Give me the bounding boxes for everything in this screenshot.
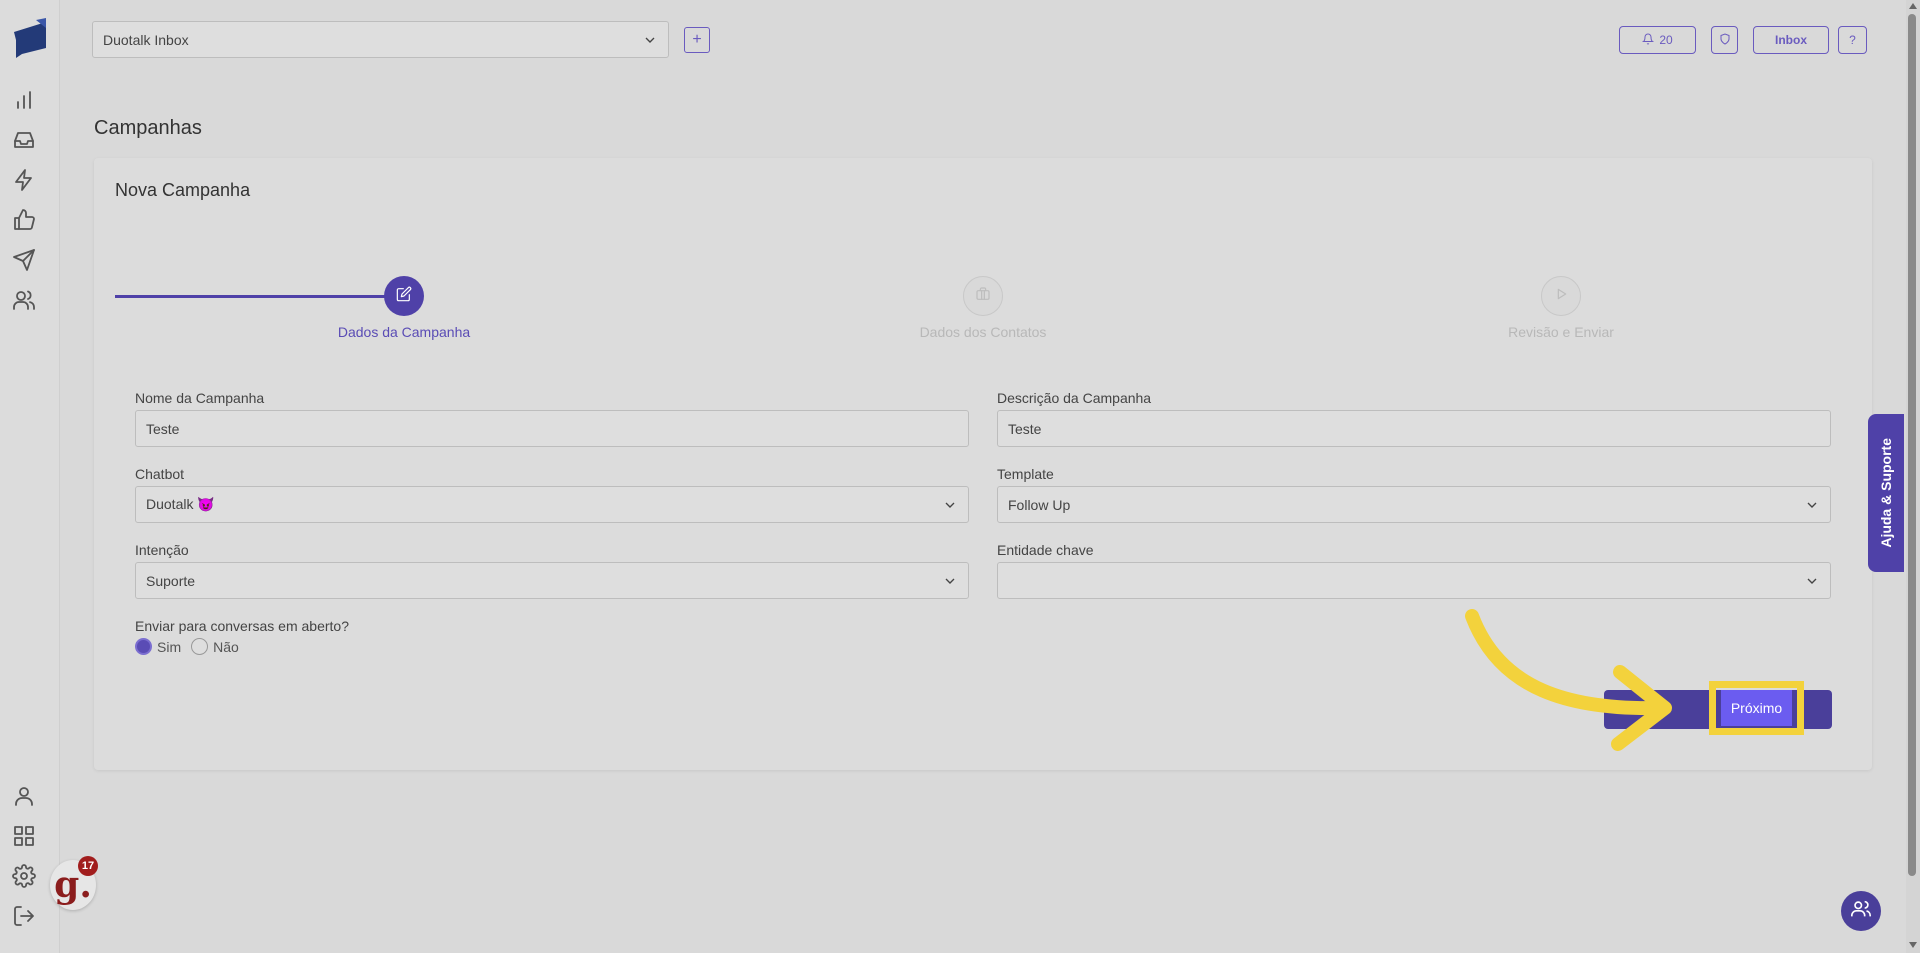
widget-badge-count: 17 (78, 856, 98, 876)
next-button[interactable]: Próximo (1709, 681, 1804, 735)
chatbot-select[interactable]: Duotalk 😈 (135, 486, 969, 523)
inbox-button[interactable]: Inbox (1753, 26, 1829, 54)
intent-value: Suporte (146, 572, 196, 589)
users-icon (1850, 898, 1872, 925)
chatbot-label: Chatbot (135, 466, 185, 482)
template-value: Follow Up (1008, 496, 1071, 513)
campaign-name-label: Nome da Campanha (135, 390, 265, 406)
scroll-up-icon[interactable] (1909, 3, 1917, 9)
open-conversations-question: Enviar para conversas em aberto? (135, 618, 349, 634)
radio-nao-label[interactable]: Não (213, 639, 239, 655)
play-icon (1553, 286, 1569, 307)
intent-select[interactable]: Suporte (135, 562, 969, 599)
campaign-name-value: Teste (146, 420, 180, 437)
step-2-label[interactable]: Dados dos Contatos (883, 324, 1083, 340)
help-button[interactable]: ? (1838, 26, 1867, 54)
chevron-down-icon (1804, 573, 1820, 592)
scroll-down-icon[interactable] (1909, 942, 1917, 948)
radio-sim-label[interactable]: Sim (157, 639, 181, 655)
add-inbox-button[interactable]: + (684, 27, 710, 53)
template-select[interactable]: Follow Up (997, 486, 1831, 523)
notifications-count: 20 (1659, 33, 1673, 47)
notifications-button[interactable]: 20 (1619, 26, 1696, 54)
inbox-select-value: Duotalk Inbox (103, 31, 189, 48)
chevron-down-icon (642, 32, 658, 51)
radio-nao[interactable] (191, 638, 209, 655)
key-entity-label: Entidade chave (997, 542, 1094, 558)
page-title: Campanhas (94, 117, 202, 139)
template-label: Template (997, 466, 1054, 482)
bolt-icon[interactable] (12, 168, 36, 192)
help-support-tab[interactable]: Ajuda & Suporte (1868, 414, 1904, 572)
shield-icon (1719, 32, 1731, 48)
campaign-description-label: Descrição da Campanha (997, 390, 1152, 406)
send-icon[interactable] (12, 248, 36, 272)
chevron-down-icon (942, 573, 958, 592)
step-1-circle[interactable] (384, 276, 424, 316)
campaign-description-value: Teste (1008, 420, 1042, 437)
shield-button[interactable] (1711, 26, 1738, 54)
settings-gear-icon[interactable] (12, 864, 36, 888)
app-logo-icon[interactable] (12, 18, 48, 58)
users-icon[interactable] (12, 288, 36, 312)
apps-grid-icon[interactable] (12, 824, 36, 848)
campaign-name-input[interactable]: Teste (135, 410, 969, 447)
next-button-label: Próximo (1720, 690, 1793, 726)
help-support-label: Ajuda & Suporte (1878, 438, 1894, 548)
campaign-description-input[interactable]: Teste (997, 410, 1831, 447)
step-3-label[interactable]: Revisão e Enviar (1461, 324, 1661, 340)
key-entity-select[interactable] (997, 562, 1831, 599)
card-title: Nova Campanha (115, 180, 251, 200)
step-3-circle[interactable] (1541, 276, 1581, 316)
chatbot-value: Duotalk 😈 (146, 496, 215, 512)
chevron-down-icon (1804, 497, 1820, 516)
chevron-down-icon (942, 497, 958, 516)
bell-icon (1642, 33, 1655, 48)
briefcase-icon (975, 286, 991, 307)
stepper-progress-line (115, 295, 385, 298)
scrollbar-thumb[interactable] (1908, 14, 1916, 876)
thumbs-up-icon[interactable] (12, 208, 36, 232)
inbox-icon[interactable] (12, 128, 36, 152)
radio-sim[interactable] (135, 638, 152, 655)
open-conversations-radio-group: Sim Não (135, 638, 239, 655)
user-profile-icon[interactable] (12, 784, 36, 808)
sidebar (0, 0, 60, 953)
step-2-circle[interactable] (963, 276, 1003, 316)
inbox-select[interactable]: Duotalk Inbox (92, 21, 669, 58)
contacts-fab-button[interactable] (1841, 891, 1881, 931)
annotation-arrow-icon (1465, 609, 1672, 751)
logout-icon[interactable] (12, 904, 36, 928)
step-1-label[interactable]: Dados da Campanha (304, 324, 504, 340)
intent-label: Intenção (135, 542, 189, 558)
edit-icon (396, 286, 412, 307)
dashboard-chart-icon[interactable] (12, 88, 36, 112)
